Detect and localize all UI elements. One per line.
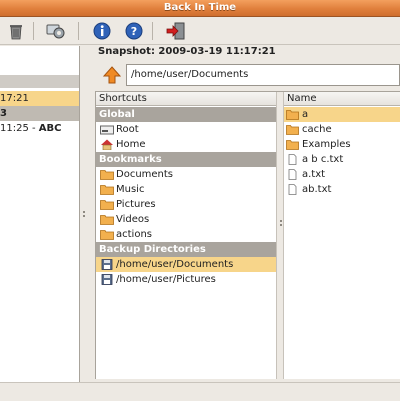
pane-splitter[interactable] <box>80 46 88 382</box>
settings-gear-icon[interactable] <box>46 21 66 41</box>
info-icon[interactable] <box>92 21 112 41</box>
bookmark-videos[interactable]: Videos <box>96 212 276 227</box>
floppy-disk-icon <box>100 274 114 285</box>
backup-dir-pictures[interactable]: /home/user/Pictures <box>96 272 276 287</box>
text-file-icon <box>286 169 299 180</box>
path-field[interactable]: /home/user/Documents <box>126 64 400 86</box>
shortcuts-header[interactable]: Shortcuts <box>96 92 276 106</box>
snapshots-list[interactable]: 17:21 3 11:25 - ABC <box>0 46 80 382</box>
bookmark-label: Pictures <box>116 199 156 210</box>
bookmark-label: Music <box>116 184 145 195</box>
backup-dir-documents[interactable]: /home/user/Documents <box>96 257 276 272</box>
file-name: a b c.txt <box>302 154 344 165</box>
home-icon <box>100 139 114 151</box>
folder-icon <box>286 124 299 135</box>
folder-icon <box>100 214 114 225</box>
status-bar <box>0 382 400 401</box>
folder-icon <box>100 169 114 180</box>
backup-dir-label: /home/user/Pictures <box>116 274 216 285</box>
panel-splitter[interactable] <box>276 92 284 379</box>
svg-text:?: ? <box>131 25 137 38</box>
window-title: Back In Time <box>163 2 237 13</box>
toolbar-separator <box>152 22 153 40</box>
bookmark-pictures[interactable]: Pictures <box>96 197 276 212</box>
window-titlebar: Back In Time <box>0 0 400 17</box>
snapshot-time: 11:25 - <box>0 123 39 134</box>
bookmark-documents[interactable]: Documents <box>96 167 276 182</box>
up-arrow-icon[interactable] <box>102 65 122 85</box>
snapshot-name: ABC <box>38 123 62 134</box>
toolbar-separator <box>78 22 79 40</box>
snapshot-row[interactable]: 11:25 - ABC <box>0 121 79 136</box>
browser-panels: Shortcuts Global Root Home Bookmarks Doc… <box>95 91 400 379</box>
snapshot-row[interactable]: 17:21 <box>0 91 79 106</box>
bookmark-music[interactable]: Music <box>96 182 276 197</box>
file-row[interactable]: ab.txt <box>284 182 400 197</box>
floppy-disk-icon <box>100 259 114 270</box>
bookmark-label: actions <box>116 229 152 240</box>
file-name: a <box>302 109 309 120</box>
folder-icon <box>100 229 114 240</box>
shortcut-label: Home <box>116 139 146 150</box>
help-icon[interactable]: ? <box>124 21 144 41</box>
shortcut-root[interactable]: Root <box>96 122 276 137</box>
file-row[interactable]: cache <box>284 122 400 137</box>
group-global: Global <box>96 107 276 122</box>
snapshot-label: Snapshot: 2009-03-19 11:17:21 <box>98 46 276 57</box>
file-row[interactable]: Examples <box>284 137 400 152</box>
group-backup-directories: Backup Directories <box>96 242 276 257</box>
text-file-icon <box>286 184 299 195</box>
shortcut-home[interactable]: Home <box>96 137 276 152</box>
snapshot-time: 17:21 <box>0 93 29 104</box>
group-bookmarks: Bookmarks <box>96 152 276 167</box>
file-row[interactable]: a b c.txt <box>284 152 400 167</box>
folder-icon <box>100 199 114 210</box>
file-name: ab.txt <box>302 184 332 195</box>
snapshot-time: 3 <box>0 108 7 119</box>
toolbar: ? <box>0 17 400 45</box>
folder-icon <box>286 109 299 120</box>
toolbar-separator <box>33 22 34 40</box>
folder-icon <box>286 139 299 150</box>
bookmark-actions[interactable]: actions <box>96 227 276 242</box>
shortcut-label: Root <box>116 124 139 135</box>
drive-icon <box>100 124 114 135</box>
folder-icon <box>100 184 114 195</box>
file-name: cache <box>302 124 332 135</box>
bookmark-label: Documents <box>116 169 174 180</box>
backup-dir-label: /home/user/Documents <box>116 259 234 270</box>
snapshot-group-row[interactable]: 3 <box>0 106 79 121</box>
file-row[interactable]: a.txt <box>284 167 400 182</box>
snapshots-list-header <box>0 75 79 88</box>
path-text: /home/user/Documents <box>131 69 249 80</box>
text-file-icon <box>286 154 299 165</box>
trash-icon[interactable] <box>6 21 26 41</box>
file-row[interactable]: a <box>284 107 400 122</box>
file-name: a.txt <box>302 169 326 180</box>
file-list-header-name[interactable]: Name <box>284 92 400 106</box>
file-name: Examples <box>302 139 351 150</box>
exit-icon[interactable] <box>166 21 186 41</box>
bookmark-label: Videos <box>116 214 150 225</box>
